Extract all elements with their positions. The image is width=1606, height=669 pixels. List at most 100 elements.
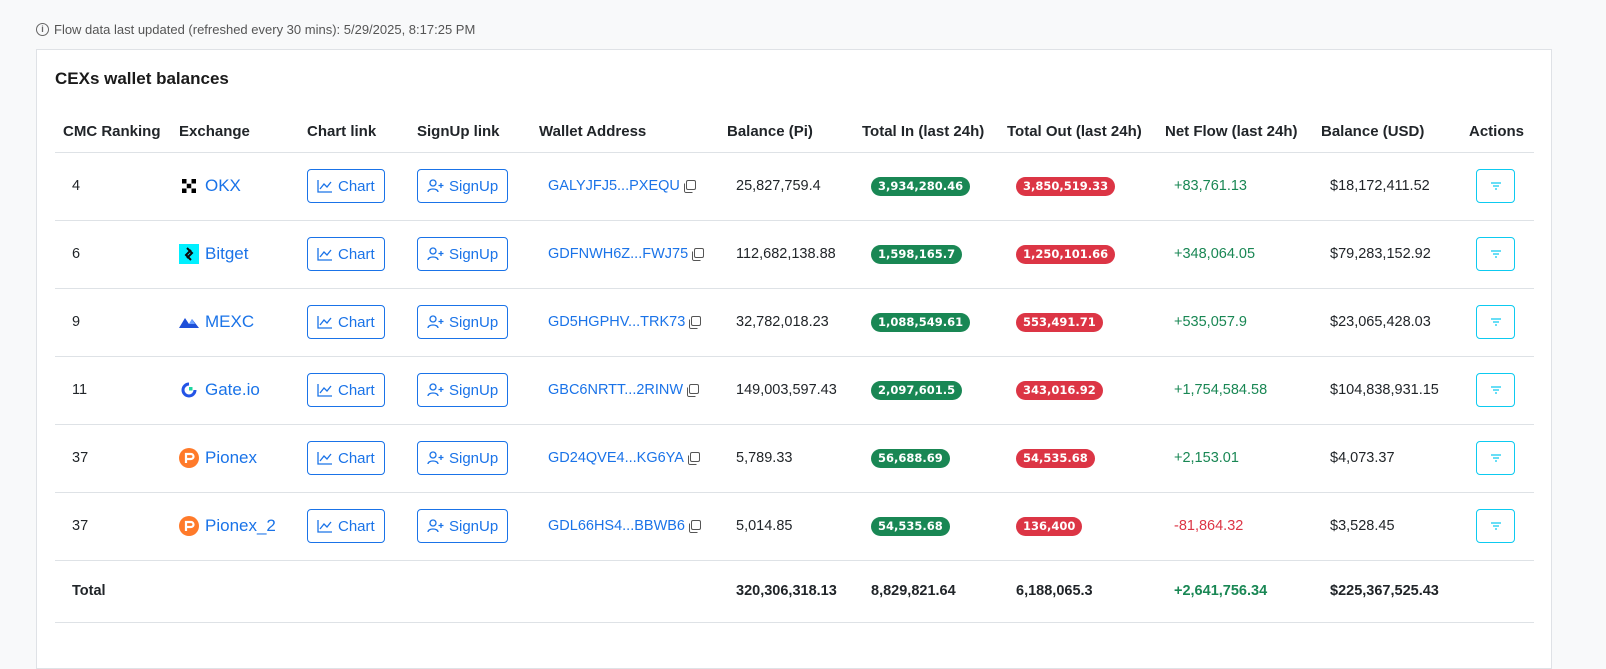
copy-icon[interactable]	[686, 383, 700, 397]
filter-icon	[1490, 454, 1501, 462]
exchange-link[interactable]: Bitget	[205, 244, 248, 264]
signup-button-label: SignUp	[449, 449, 499, 467]
total-in-badge: 2,097,601.5	[871, 380, 963, 400]
table-row: 6 Bitget Chart SignUp GDFNWH6Z...FWJ75 1…	[55, 220, 1534, 289]
balance-pi-cell: 5,014.85	[719, 492, 854, 561]
col-header-cmc-ranking: CMC Ranking	[55, 112, 171, 153]
cmc-ranking-cell: 11	[55, 356, 171, 425]
wallet-address-text: GDL66HS4...BBWB6	[548, 518, 685, 534]
wallet-address-text: GALYJFJ5...PXEQU	[548, 178, 680, 194]
last-updated-status: i Flow data last updated (refreshed ever…	[36, 22, 475, 37]
net-flow-cell: -81,864.32	[1157, 492, 1313, 561]
copy-icon[interactable]	[683, 179, 696, 193]
filter-icon	[1490, 182, 1501, 190]
actions-filter-button[interactable]	[1476, 373, 1515, 407]
signup-button-label: SignUp	[449, 313, 499, 331]
balance-usd-cell: $4,073.37	[1313, 424, 1461, 493]
net-flow-cell: +83,761.13	[1157, 152, 1313, 221]
total-out-badge: 553,491.71	[1016, 312, 1103, 332]
exchange-link[interactable]: OKX	[205, 176, 241, 196]
net-flow-cell: +348,064.05	[1157, 220, 1313, 289]
totals-total-in: 8,829,821.64	[854, 560, 999, 623]
balance-pi-cell: 32,782,018.23	[719, 288, 854, 357]
actions-filter-button[interactable]	[1476, 305, 1515, 339]
net-flow-cell: +1,754,584.58	[1157, 356, 1313, 425]
chart-button[interactable]: Chart	[307, 373, 385, 407]
wallet-address-link[interactable]: GBC6NRTT...2RINW	[548, 382, 700, 398]
line-chart-icon	[317, 452, 332, 465]
wallet-address-link[interactable]: GALYJFJ5...PXEQU	[548, 178, 696, 194]
balance-usd-cell: $18,172,411.52	[1313, 152, 1461, 221]
balance-pi-cell: 25,827,759.4	[719, 152, 854, 221]
okx-logo-icon	[179, 176, 199, 196]
signup-button[interactable]: SignUp	[417, 441, 509, 475]
signup-button[interactable]: SignUp	[417, 237, 509, 271]
col-header-exchange: Exchange	[171, 112, 299, 153]
signup-button[interactable]: SignUp	[417, 305, 509, 339]
signup-button-label: SignUp	[449, 177, 499, 195]
signup-button[interactable]: SignUp	[417, 169, 509, 203]
copy-icon[interactable]	[688, 519, 701, 533]
total-out-badge: 54,535.68	[1016, 448, 1095, 468]
wallet-address-link[interactable]: GDFNWH6Z...FWJ75	[548, 246, 705, 262]
filter-icon	[1490, 318, 1501, 326]
exchange-link[interactable]: Gate.io	[205, 380, 260, 400]
card-title: CEXs wallet balances	[55, 69, 229, 88]
chart-button[interactable]: Chart	[307, 237, 385, 271]
line-chart-icon	[317, 316, 332, 329]
chart-button[interactable]: Chart	[307, 305, 385, 339]
signup-button[interactable]: SignUp	[417, 509, 509, 543]
total-out-badge: 1,250,101.66	[1016, 244, 1116, 264]
line-chart-icon	[317, 180, 332, 193]
chart-button-label: Chart	[338, 449, 375, 467]
line-chart-icon	[317, 248, 332, 261]
signup-button-label: SignUp	[449, 245, 499, 263]
cmc-ranking-cell: 37	[55, 492, 171, 561]
copy-icon[interactable]	[687, 451, 700, 465]
exchange-link[interactable]: Pionex_2	[205, 516, 276, 536]
wallet-address-link[interactable]: GD24QVE4...KG6YA	[548, 450, 700, 466]
wallet-balances-table: CMC Ranking Exchange Chart link SignUp l…	[55, 112, 1534, 623]
filter-icon	[1490, 250, 1501, 258]
table-row: 9 MEXC Chart SignUp GD5HGPHV...TRK73 32,…	[55, 288, 1534, 357]
pionex-logo-icon	[179, 448, 199, 468]
actions-filter-button[interactable]	[1476, 441, 1515, 475]
totals-total-out: 6,188,065.3	[999, 560, 1157, 623]
actions-filter-button[interactable]	[1476, 237, 1515, 271]
chart-button-label: Chart	[338, 177, 375, 195]
chart-button[interactable]: Chart	[307, 169, 385, 203]
totals-balance-usd: $225,367,525.43	[1313, 560, 1461, 623]
wallet-address-link[interactable]: GDL66HS4...BBWB6	[548, 518, 701, 534]
col-header-signup-link: SignUp link	[409, 112, 531, 153]
net-flow-cell: +2,153.01	[1157, 424, 1313, 493]
exchange-link[interactable]: MEXC	[205, 312, 254, 332]
net-flow-cell: +535,057.9	[1157, 288, 1313, 357]
filter-icon	[1490, 386, 1501, 394]
chart-button[interactable]: Chart	[307, 441, 385, 475]
actions-filter-button[interactable]	[1476, 509, 1515, 543]
table-row: 11 Gate.io Chart SignUp GBC6NRTT...2RINW	[55, 356, 1534, 425]
cmc-ranking-cell: 6	[55, 220, 171, 289]
person-add-icon	[427, 383, 444, 397]
cmc-ranking-cell: 37	[55, 424, 171, 493]
exchange-link[interactable]: Pionex	[205, 448, 257, 468]
copy-icon[interactable]	[688, 315, 702, 329]
wallet-balances-card: CEXs wallet balances CMC Ranking Exchang…	[36, 49, 1552, 669]
wallet-address-link[interactable]: GD5HGPHV...TRK73	[548, 314, 702, 330]
copy-icon[interactable]	[691, 247, 705, 261]
signup-button[interactable]: SignUp	[417, 373, 509, 407]
chart-button-label: Chart	[338, 245, 375, 263]
gateio-logo-icon	[179, 380, 199, 400]
col-header-total-in: Total In (last 24h)	[854, 112, 999, 153]
col-header-wallet-address: Wallet Address	[531, 112, 719, 153]
table-row: 37 Pionex_2 Chart SignUp GDL66HS4...BBWB…	[55, 492, 1534, 561]
col-header-balance-pi: Balance (Pi)	[719, 112, 854, 153]
total-in-badge: 56,688.69	[871, 448, 950, 468]
wallet-address-text: GD5HGPHV...TRK73	[548, 314, 686, 330]
actions-filter-button[interactable]	[1476, 169, 1515, 203]
balance-usd-cell: $79,283,152.92	[1313, 220, 1461, 289]
signup-button-label: SignUp	[449, 517, 499, 535]
chart-button[interactable]: Chart	[307, 509, 385, 543]
col-header-chart-link: Chart link	[299, 112, 409, 153]
table-row: 4 OKX Chart SignUp GALYJFJ5...PXEQU 25,8…	[55, 152, 1534, 221]
